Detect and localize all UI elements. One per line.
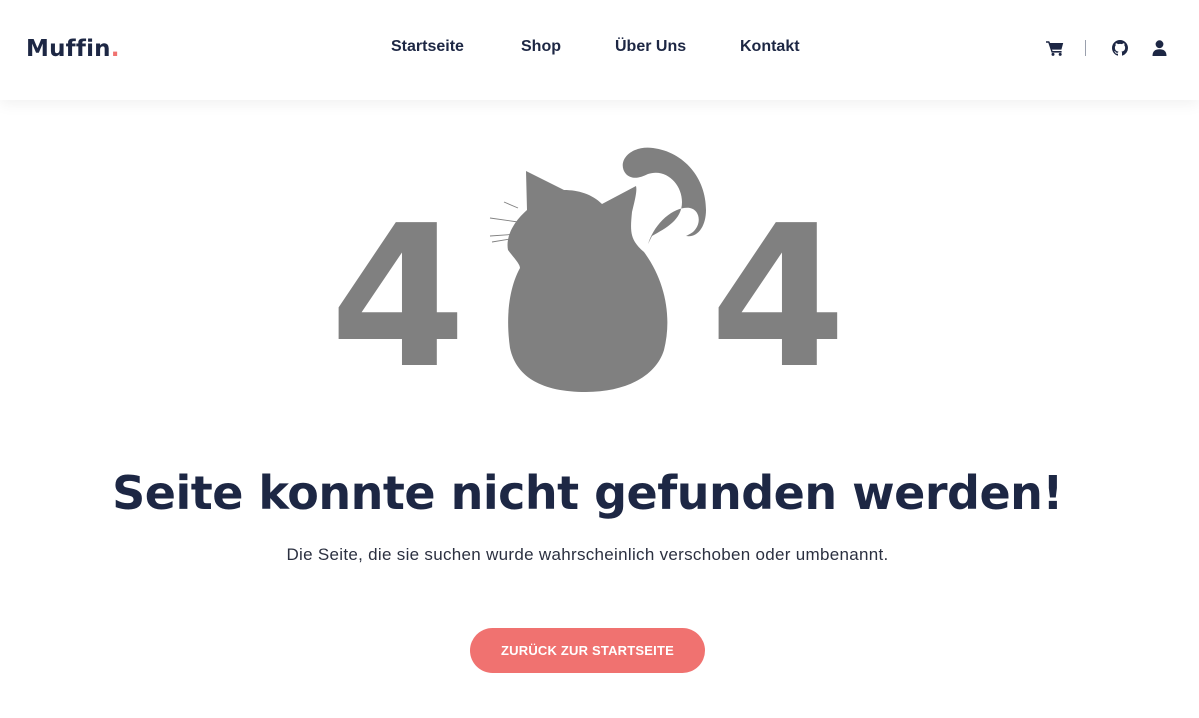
digit-four-right: 4 xyxy=(710,184,846,400)
header-divider xyxy=(1085,40,1086,56)
digit-four-left: 4 xyxy=(330,184,466,400)
error-message: Die Seite, die sie suchen wurde wahrsche… xyxy=(286,545,889,564)
header-actions xyxy=(0,38,1199,58)
cat-silhouette-icon xyxy=(489,147,706,392)
user-icon[interactable] xyxy=(1149,38,1169,58)
back-to-home-button[interactable]: ZURÜCK ZUR STARTSEITE xyxy=(470,628,705,673)
error-headline: Seite konnte nicht gefunden werden! xyxy=(112,466,1063,520)
github-icon[interactable] xyxy=(1110,38,1130,58)
site-header: Muffin. Startseite Shop Über Uns Kontakt xyxy=(0,0,1199,100)
error-404-illustration: 4 4 xyxy=(330,147,846,400)
cart-icon[interactable] xyxy=(1045,38,1065,58)
